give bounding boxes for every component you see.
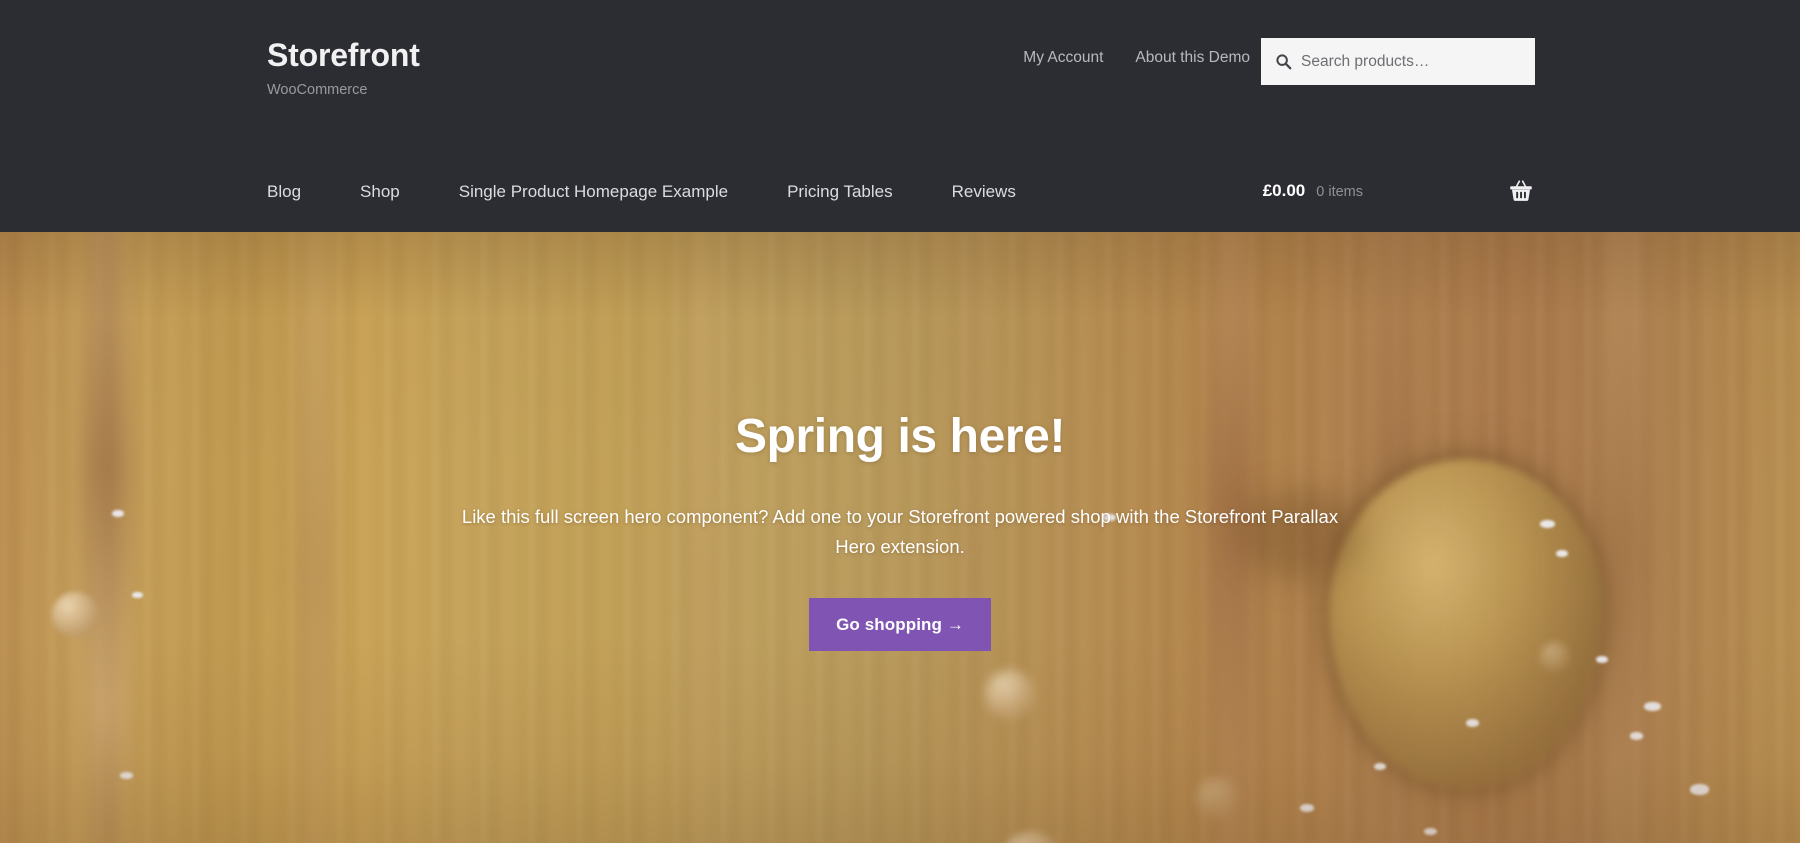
primary-navigation-row: Blog Shop Single Product Homepage Exampl…: [265, 160, 1535, 222]
hero-section: Spring is here! Like this full screen he…: [0, 232, 1800, 843]
secondary-nav-item-about-this-demo[interactable]: About this Demo: [1135, 50, 1250, 66]
storefront-demo-page: Storefront WooCommerce My Account About …: [0, 0, 1800, 843]
cart-item-count: 0 items: [1316, 184, 1363, 201]
nav-item-shop[interactable]: Shop: [360, 183, 459, 200]
site-branding[interactable]: Storefront WooCommerce: [267, 37, 420, 100]
secondary-nav-item-my-account[interactable]: My Account: [1023, 50, 1103, 66]
site-tagline: WooCommerce: [267, 82, 368, 99]
search-icon: [1276, 54, 1292, 70]
nav-item-reviews[interactable]: Reviews: [952, 183, 1016, 200]
site-title[interactable]: Storefront: [267, 37, 420, 73]
secondary-navigation: My Account About this Demo: [1023, 50, 1250, 66]
product-search-form[interactable]: [1261, 38, 1535, 85]
cart-area: £0.00 0 items: [1263, 177, 1535, 205]
cart-contents-link[interactable]: £0.00 0 items: [1263, 182, 1363, 200]
cart-total-amount: £0.00: [1262, 181, 1306, 201]
nav-item-single-product-homepage-example[interactable]: Single Product Homepage Example: [459, 183, 787, 200]
hero-description: Like this full screen hero component? Ad…: [461, 506, 1339, 558]
nav-item-pricing-tables[interactable]: Pricing Tables: [787, 183, 952, 200]
nav-item-blog[interactable]: Blog: [267, 183, 360, 200]
hero-content: Spring is here! Like this full screen he…: [265, 232, 1535, 843]
primary-navigation: Blog Shop Single Product Homepage Exampl…: [267, 183, 1016, 200]
site-header: Storefront WooCommerce My Account About …: [0, 0, 1800, 232]
header-inner: Storefront WooCommerce My Account About …: [265, 0, 1535, 232]
hero-title: Spring is here!: [734, 410, 1066, 463]
search-input[interactable]: [1301, 52, 1521, 71]
go-shopping-button[interactable]: Go shopping →: [809, 598, 991, 652]
shopping-basket-icon: [1510, 180, 1532, 201]
cart-basket-button[interactable]: [1507, 177, 1535, 205]
